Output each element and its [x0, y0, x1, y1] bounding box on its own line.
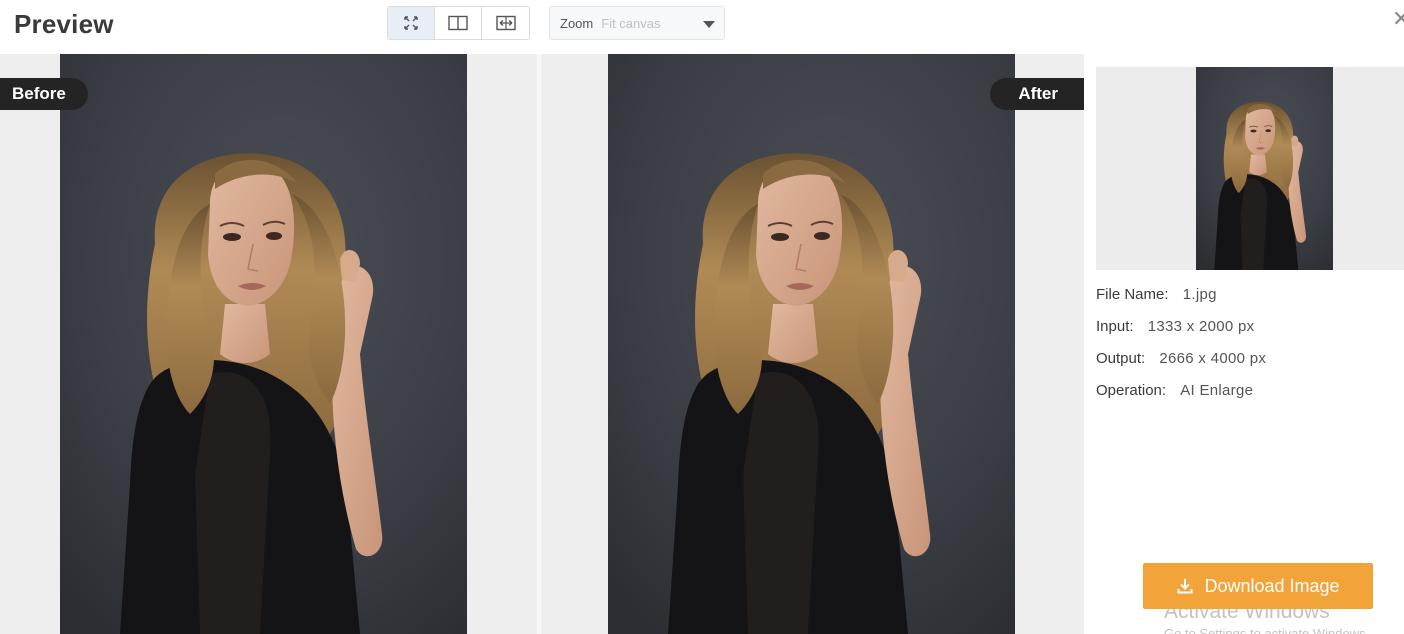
info-value: 1.jpg [1182, 286, 1217, 303]
after-pane: After [541, 54, 1084, 634]
info-row-operation: Operation: AI Enlarge [1096, 382, 1266, 414]
info-sidebar: File Name: 1.jpg Input: 1333 x 2000 px O… [1084, 54, 1404, 634]
page-title: Preview [14, 9, 114, 39]
zoom-value: Fit canvas [601, 15, 661, 31]
file-info: File Name: 1.jpg Input: 1333 x 2000 px O… [1096, 286, 1266, 414]
before-pane: Before [0, 54, 537, 634]
preview-header: Preview Zoom Fit canvas ✕ [0, 0, 1404, 50]
compare-slider-icon [495, 15, 516, 31]
zoom-label: Zoom [560, 15, 594, 31]
info-row-input: Input: 1333 x 2000 px [1096, 318, 1266, 350]
chevron-down-icon [703, 21, 715, 28]
close-icon[interactable]: ✕ [1392, 8, 1404, 30]
thumbnail-image [1196, 67, 1333, 270]
info-key: Input: [1096, 318, 1134, 335]
zoom-select[interactable]: Zoom Fit canvas [549, 6, 725, 40]
thumbnail-frame [1096, 67, 1404, 270]
after-image [608, 54, 1015, 634]
info-value: 2666 x 4000 px [1159, 350, 1267, 367]
before-label: Before [0, 78, 88, 110]
download-image-button[interactable]: Download Image [1143, 563, 1373, 609]
info-key: File Name: [1096, 286, 1169, 303]
after-label: After [990, 78, 1084, 110]
activate-windows-subtitle: Go to Settings to activate Windows. [1164, 626, 1370, 634]
view-split-button[interactable] [435, 7, 482, 39]
fit-screen-icon [404, 16, 418, 30]
info-value: AI Enlarge [1180, 382, 1254, 399]
info-row-output: Output: 2666 x 4000 px [1096, 350, 1266, 382]
info-row-file-name: File Name: 1.jpg [1096, 286, 1266, 318]
download-icon [1177, 579, 1193, 594]
download-label: Download Image [1204, 575, 1340, 596]
before-image [60, 54, 467, 634]
view-mode-group [387, 6, 530, 40]
info-value: 1333 x 2000 px [1147, 318, 1255, 335]
split-view-icon [448, 15, 468, 31]
info-key: Operation: [1096, 382, 1167, 399]
view-compare-button[interactable] [482, 7, 529, 39]
view-fit-button[interactable] [388, 7, 435, 39]
info-key: Output: [1096, 350, 1146, 367]
